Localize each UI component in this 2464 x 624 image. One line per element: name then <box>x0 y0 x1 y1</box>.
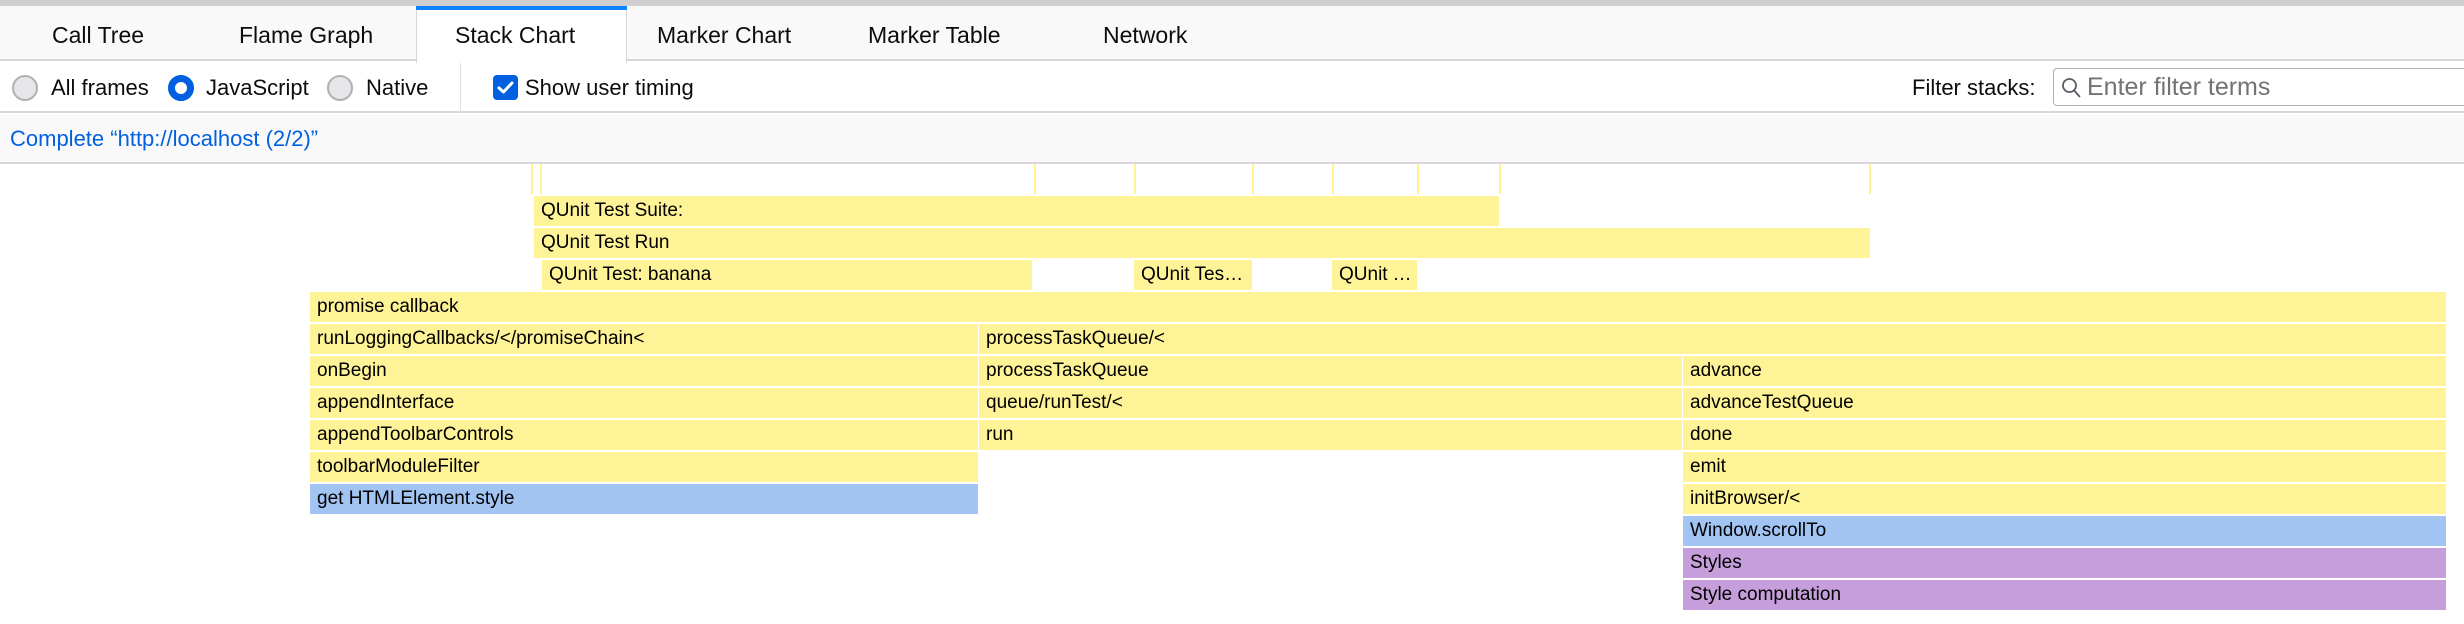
tab-network[interactable]: Network <box>1057 6 1217 61</box>
user-timing-marker[interactable] <box>1332 164 1334 194</box>
stack-chart-settings-toolbar: All frames JavaScript Native Show user t… <box>0 63 2464 113</box>
committed-range-breadcrumbs: Complete “http://localhost (2/2)” <box>0 115 2464 164</box>
radio-all-frames-label[interactable]: All frames <box>51 63 149 113</box>
user-timing-marker[interactable] <box>1252 164 1254 194</box>
stack-frame-box[interactable]: Window.scrollTo <box>1683 516 2446 546</box>
stack-frame-box[interactable]: emit <box>1683 452 2446 482</box>
stack-frame-box[interactable]: toolbarModuleFilter <box>310 452 978 482</box>
user-timing-marker[interactable] <box>1417 164 1419 194</box>
user-timing-box[interactable]: QUnit Test Run <box>534 228 1870 258</box>
radio-native[interactable] <box>327 75 353 101</box>
user-timing-marker[interactable] <box>1499 164 1501 194</box>
stack-frame-box[interactable]: Styles <box>1683 548 2446 578</box>
stack-frame-box[interactable]: run <box>979 420 1682 450</box>
filter-stacks-input[interactable] <box>2087 69 2464 105</box>
user-timing-box[interactable]: QUnit Test: banana <box>542 260 1032 290</box>
stack-frame-box[interactable]: Style computation <box>1683 580 2446 610</box>
stack-frame-box[interactable]: queue/runTest/< <box>979 388 1682 418</box>
tab-marker-table[interactable]: Marker Table <box>827 6 1057 61</box>
stack-frame-box[interactable]: initBrowser/< <box>1683 484 2446 514</box>
show-user-timing-label[interactable]: Show user timing <box>525 63 694 113</box>
tab-label: Stack Chart <box>455 22 576 48</box>
tab-label: Flame Graph <box>239 22 374 48</box>
radio-javascript-label[interactable]: JavaScript <box>206 63 309 113</box>
breadcrumb-root-range[interactable]: Complete “http://localhost (2/2)” <box>10 115 318 162</box>
tab-call-tree[interactable]: Call Tree <box>0 6 144 61</box>
tab-bar: Call Tree Flame Graph Stack Chart Marker… <box>0 6 2464 63</box>
search-icon <box>2062 78 2081 98</box>
user-timing-marker[interactable] <box>531 164 533 194</box>
stack-frame-box[interactable]: processTaskQueue/< <box>979 324 2446 354</box>
user-timing-box[interactable]: QUnit Test… <box>1332 260 1417 290</box>
filter-stacks-label: Filter stacks: <box>1912 75 2036 100</box>
stack-frame-box[interactable]: done <box>1683 420 2446 450</box>
checkmark-icon <box>497 81 514 94</box>
radio-javascript[interactable] <box>168 75 194 101</box>
toolbar-divider <box>460 63 461 113</box>
user-timing-marker[interactable] <box>1869 164 1871 194</box>
tab-flame-graph[interactable]: Flame Graph <box>190 6 390 61</box>
stack-frame-box[interactable]: appendToolbarControls <box>310 420 978 450</box>
stack-frame-box[interactable]: processTaskQueue <box>979 356 1682 386</box>
tab-stack-chart[interactable]: Stack Chart <box>416 6 627 63</box>
stack-frame-box[interactable]: appendInterface <box>310 388 978 418</box>
tab-marker-chart[interactable]: Marker Chart <box>627 6 827 61</box>
user-timing-box[interactable]: QUnit Test Suite: <box>534 196 1499 226</box>
user-timing-box[interactable]: QUnit Test… <box>1134 260 1252 290</box>
user-timing-marker[interactable] <box>1134 164 1136 194</box>
tab-label: Marker Table <box>868 22 1001 48</box>
radio-all-frames[interactable] <box>12 75 38 101</box>
user-timing-marker[interactable] <box>1034 164 1036 194</box>
filter-stacks-field[interactable] <box>2053 68 2464 106</box>
stack-frame-box[interactable]: advanceTestQueue <box>1683 388 2446 418</box>
tab-label: Marker Chart <box>657 22 792 48</box>
stack-frame-box[interactable]: promise callback <box>310 292 2446 322</box>
stack-frame-box[interactable]: get HTMLElement.style <box>310 484 978 514</box>
stack-chart-canvas[interactable]: QUnit Test Suite: QUnit Test Run QUnit Tes… <box>0 164 2464 624</box>
tab-label: Network <box>1103 22 1188 48</box>
user-timing-marker[interactable] <box>540 164 542 194</box>
radio-native-label[interactable]: Native <box>366 63 428 113</box>
stack-frame-box[interactable]: onBegin <box>310 356 978 386</box>
show-user-timing-checkbox[interactable] <box>493 75 518 100</box>
tab-label: Call Tree <box>52 22 145 48</box>
stack-frame-box[interactable]: advance <box>1683 356 2446 386</box>
stack-frame-box[interactable]: runLoggingCallbacks/</promiseChain< <box>310 324 978 354</box>
